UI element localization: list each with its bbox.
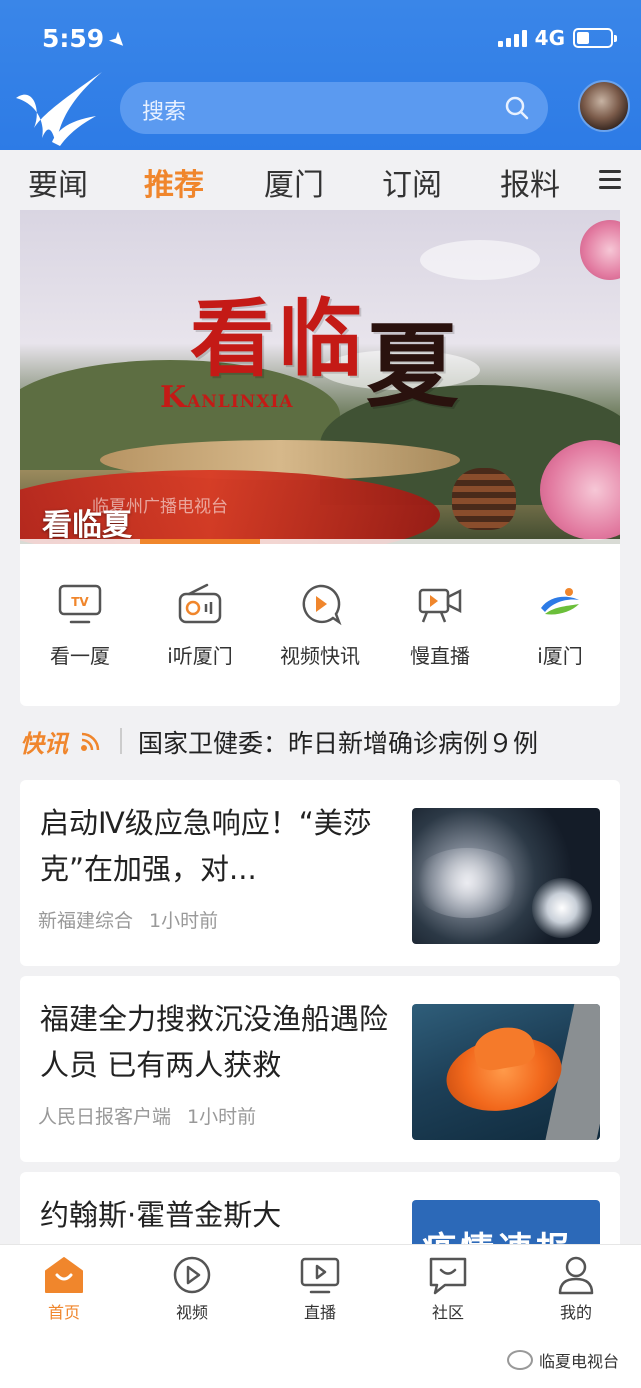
nav-community[interactable]: 社区 (398, 1255, 498, 1323)
news-time: 1小时前 (187, 1106, 257, 1128)
app-logo-icon[interactable] (12, 68, 104, 146)
news-thumbnail[interactable] (412, 1004, 600, 1140)
ixiamen-logo-icon (541, 588, 579, 615)
status-time: 5:59 (42, 24, 105, 53)
news-thumbnail[interactable] (412, 808, 600, 944)
banner-pinyin: KANLINXIA (160, 380, 294, 415)
quick-item-shipin[interactable]: 视频快讯 (260, 582, 380, 669)
tab-dingyue[interactable]: 订阅 (382, 160, 442, 204)
home-icon (45, 1257, 83, 1293)
search-bar[interactable]: 搜索 (120, 82, 548, 134)
broadcast-icon (81, 732, 100, 751)
tv-icon: TV (58, 584, 102, 624)
live-tv-icon (300, 1257, 340, 1294)
menu-icon[interactable] (599, 170, 621, 190)
news-source: 新福建综合 (38, 910, 134, 932)
chat-bubble-icon (429, 1257, 467, 1295)
news-title[interactable]: 福建全力搜救沉没渔船遇险人员 已有两人获救 (40, 996, 400, 1088)
tab-tuijian[interactable]: 推荐 (144, 160, 204, 204)
quick-item-manzhibo[interactable]: 慢直播 (380, 582, 500, 669)
quick-entry-panel: TV 看一厦 i听厦门 视频快讯 慢直播 i厦门 (20, 544, 620, 706)
tab-baoliao[interactable]: 报料 (500, 160, 560, 204)
signal-icon (497, 29, 527, 47)
search-placeholder: 搜索 (142, 100, 187, 125)
nav-video[interactable]: 视频 (142, 1255, 242, 1323)
play-circle-icon (173, 1256, 211, 1294)
quick-item-kanyixia[interactable]: TV 看一厦 (20, 582, 140, 669)
banner-title: 看临夏 (190, 289, 463, 420)
news-card[interactable]: 启动Ⅳ级应急响应！“美莎克”在加强，对... 新福建综合 1小时前 (20, 780, 620, 966)
status-bar: 5:59➤ 4G (0, 22, 641, 58)
channel-tabs: 要闻 推荐 厦门 订阅 报料 (0, 150, 641, 210)
flash-headline[interactable]: 国家卫健委：昨日新增确诊病例９例 (138, 724, 620, 760)
pottery-decoration (452, 468, 516, 530)
quick-item-ixiamen[interactable]: i厦门 (500, 582, 620, 669)
bottom-nav: 首页 视频 直播 社区 我的 临夏电视台 (0, 1244, 641, 1388)
user-avatar[interactable] (578, 80, 630, 132)
nav-live[interactable]: 直播 (270, 1255, 370, 1323)
svg-text:TV: TV (71, 595, 89, 609)
news-source: 人民日报客户端 (38, 1106, 172, 1128)
nav-home[interactable]: 首页 (14, 1255, 114, 1323)
location-arrow-icon: ➤ (104, 25, 133, 55)
wechat-watermark: 临夏电视台 (506, 1348, 619, 1372)
hero-banner[interactable]: 看临夏 KANLINXIA 临夏州广播电视台 看临夏 (20, 210, 620, 544)
radio-icon (178, 583, 222, 624)
app-header: 5:59➤ 4G 搜索 (0, 0, 641, 150)
news-card[interactable]: 福建全力搜救沉没渔船遇险人员 已有两人获救 人民日报客户端 1小时前 (20, 976, 620, 1162)
news-meta: 新福建综合 1小时前 (38, 906, 218, 933)
battery-icon (573, 28, 617, 48)
news-title[interactable]: 约翰斯·霍普金斯大 (40, 1192, 400, 1238)
quick-item-iting[interactable]: i听厦门 (140, 582, 260, 669)
camera-icon (418, 588, 462, 623)
tab-yaowen[interactable]: 要闻 (28, 160, 88, 204)
play-bubble-icon (302, 584, 342, 626)
user-icon (558, 1256, 594, 1295)
nav-profile[interactable]: 我的 (526, 1255, 626, 1323)
network-label: 4G (534, 26, 565, 50)
wechat-icon (506, 1350, 533, 1370)
banner-caption: 看临夏 (42, 508, 132, 543)
search-icon[interactable] (504, 95, 530, 121)
tab-xiamen[interactable]: 厦门 (264, 160, 324, 204)
news-title[interactable]: 启动Ⅳ级应急响应！“美莎克”在加强，对... (40, 800, 400, 892)
flash-tag: 快讯 (20, 730, 68, 758)
flash-news-bar[interactable]: 快讯 国家卫健委：昨日新增确诊病例９例 (20, 716, 620, 768)
news-time: 1小时前 (149, 910, 219, 932)
news-meta: 人民日报客户端 1小时前 (38, 1102, 256, 1129)
